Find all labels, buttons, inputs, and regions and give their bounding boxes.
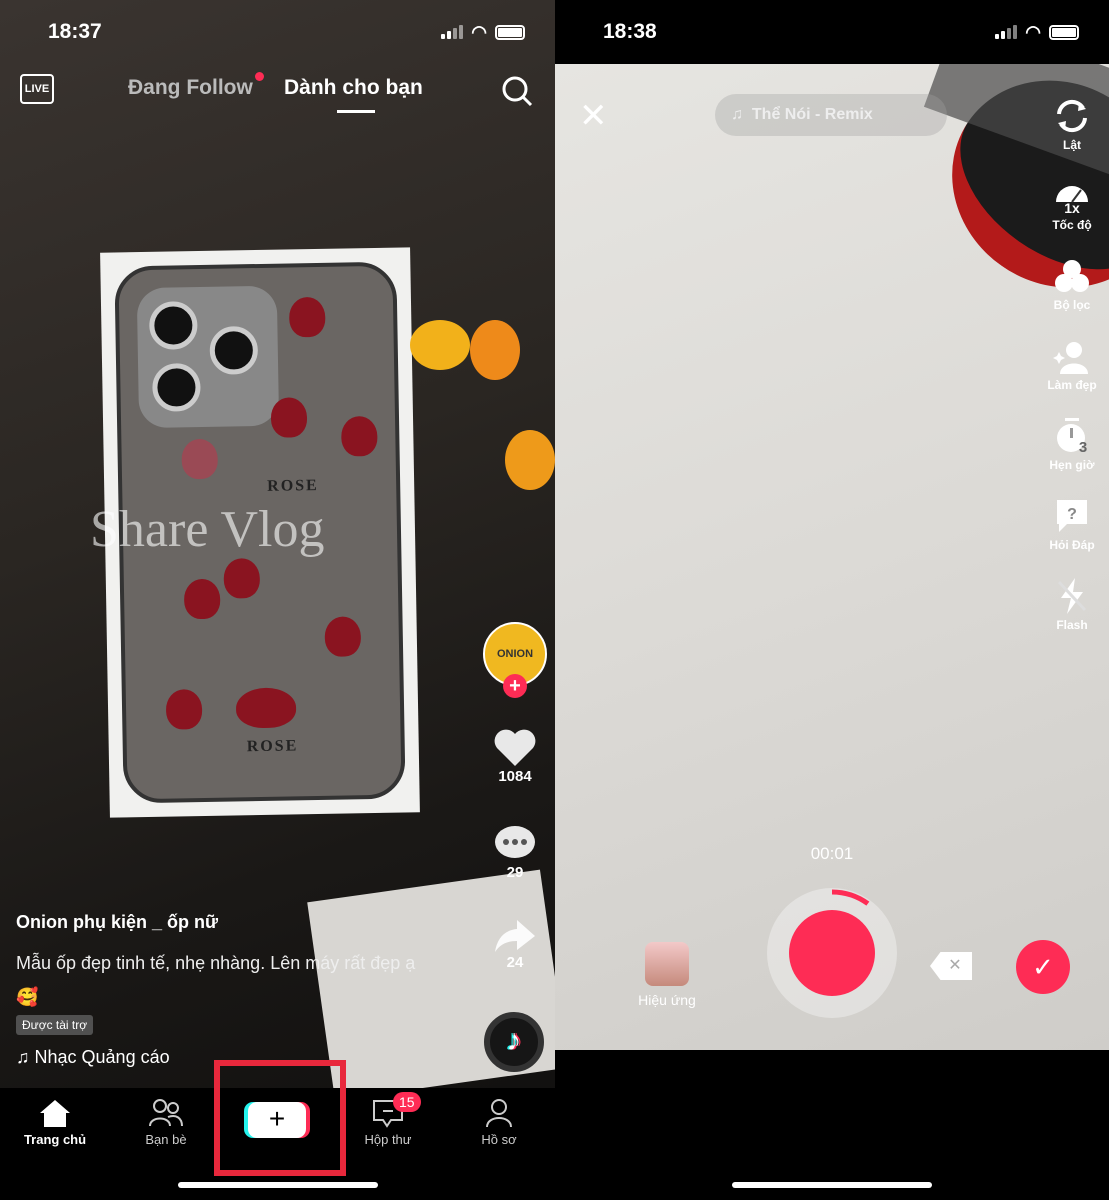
share-icon bbox=[495, 920, 535, 952]
signal-icon bbox=[995, 25, 1018, 39]
video-caption: Mẫu ốp đẹp tinh tế, nhẹ nhàng. Lên máy r… bbox=[16, 953, 416, 1007]
flash-off-icon bbox=[1057, 578, 1087, 614]
battery-icon bbox=[495, 24, 525, 40]
svg-text:?: ? bbox=[1067, 506, 1077, 523]
comment-count: 29 bbox=[506, 864, 524, 881]
like-button[interactable]: 1084 bbox=[483, 728, 547, 785]
live-button[interactable]: LIVE bbox=[20, 74, 54, 104]
tool-beauty[interactable]: Làm đẹp bbox=[1041, 338, 1103, 392]
tool-timer[interactable]: 3 Hẹn giờ bbox=[1041, 418, 1103, 472]
tab-following[interactable]: Đang Follow bbox=[128, 76, 253, 100]
tool-filter[interactable]: Bộ lọc bbox=[1041, 258, 1103, 312]
top-nav: LIVE Đang Follow Dành cho bạn bbox=[0, 70, 555, 113]
notification-dot bbox=[255, 72, 264, 81]
music-label[interactable]: ♫ Nhạc Quảng cáo bbox=[16, 1047, 170, 1068]
status-bar: 18:37 ◠ bbox=[0, 0, 555, 64]
home-indicator bbox=[732, 1182, 932, 1188]
confirm-button[interactable]: ✓ bbox=[1016, 940, 1070, 994]
recording-timer: 00:01 bbox=[810, 844, 854, 863]
feed-screen: 18:37 ◠ ROSE ROSE Share Vlog LIVE Đang F… bbox=[0, 0, 555, 1200]
like-count: 1084 bbox=[498, 768, 532, 785]
tool-flash[interactable]: Flash bbox=[1041, 578, 1103, 632]
profile-icon bbox=[486, 1099, 512, 1128]
tool-flip[interactable]: Lật bbox=[1041, 98, 1103, 152]
record-button[interactable] bbox=[767, 888, 897, 1018]
comment-icon bbox=[495, 826, 535, 858]
beauty-icon bbox=[1053, 342, 1088, 374]
search-icon[interactable] bbox=[500, 74, 534, 108]
nav-friends[interactable]: Bạn bè bbox=[121, 1098, 211, 1147]
active-tab-indicator bbox=[337, 110, 375, 113]
author-name[interactable]: Onion phụ kiện _ ốp nữ bbox=[16, 912, 218, 933]
svg-text:3: 3 bbox=[1079, 439, 1087, 454]
share-count: 24 bbox=[506, 954, 524, 971]
speed-icon: 1x bbox=[1056, 186, 1088, 214]
tool-speed[interactable]: 1x Tốc độ bbox=[1041, 178, 1103, 232]
camera-module bbox=[136, 285, 280, 429]
camera-screen: 18:38 ◠ ✕ ♫ Thể Nói - Remix Lật 1x Tốc đ… bbox=[555, 0, 1109, 1200]
nav-inbox[interactable]: Hộp thư 15 bbox=[343, 1092, 433, 1147]
effects-button[interactable]: Hiệu ứng bbox=[627, 942, 707, 1008]
filter-icon bbox=[1055, 260, 1089, 292]
home-indicator bbox=[178, 1182, 378, 1188]
flip-camera-icon bbox=[1057, 99, 1087, 133]
music-note-icon: ♫ bbox=[16, 1047, 35, 1067]
tool-qa[interactable]: ? Hỏi Đáp bbox=[1041, 498, 1103, 552]
heart-icon bbox=[494, 729, 536, 766]
effects-thumbnail bbox=[645, 942, 689, 986]
status-time: 18:38 bbox=[603, 20, 657, 43]
comment-button[interactable]: 29 bbox=[483, 824, 547, 881]
video-overlay-text: Share Vlog bbox=[90, 501, 325, 558]
status-bar: 18:38 ◠ bbox=[555, 0, 1109, 64]
signal-icon bbox=[441, 25, 464, 39]
qa-icon: ? bbox=[1057, 500, 1087, 532]
nav-profile[interactable]: Hồ sơ bbox=[454, 1098, 544, 1147]
create-button[interactable]: + bbox=[248, 1102, 306, 1138]
share-button[interactable]: 24 bbox=[483, 918, 547, 971]
music-select-button[interactable]: ♫ Thể Nói - Remix bbox=[715, 94, 947, 136]
creator-avatar[interactable]: ONION + bbox=[483, 622, 547, 698]
music-note-icon: ♫ bbox=[731, 106, 752, 123]
sponsored-badge: Được tài trợ bbox=[16, 1015, 94, 1035]
battery-icon bbox=[1049, 24, 1079, 40]
follow-plus-button[interactable]: + bbox=[503, 674, 527, 698]
delete-segment-button[interactable]: ✕ bbox=[930, 952, 972, 980]
inbox-badge: 15 bbox=[393, 1092, 421, 1112]
nav-home[interactable]: Trang chủ bbox=[10, 1098, 100, 1147]
timer-icon: 3 bbox=[1057, 418, 1087, 454]
bottom-nav: Trang chủ Bạn bè + Hộp thư 15 Hồ sơ bbox=[0, 1060, 555, 1200]
close-button[interactable]: ✕ bbox=[579, 96, 608, 136]
friends-icon bbox=[149, 1099, 183, 1127]
tab-for-you[interactable]: Dành cho bạn bbox=[284, 76, 423, 100]
svg-text:1x: 1x bbox=[1064, 200, 1080, 214]
status-time: 18:37 bbox=[48, 20, 102, 43]
wifi-icon: ◠ bbox=[471, 21, 487, 42]
camera-preview: ✕ ♫ Thể Nói - Remix Lật 1x Tốc độ Bộ lọc… bbox=[555, 64, 1109, 1050]
music-disc-icon[interactable]: ♪ bbox=[484, 1012, 544, 1072]
wifi-icon: ◠ bbox=[1025, 21, 1041, 42]
home-icon bbox=[40, 1100, 70, 1127]
